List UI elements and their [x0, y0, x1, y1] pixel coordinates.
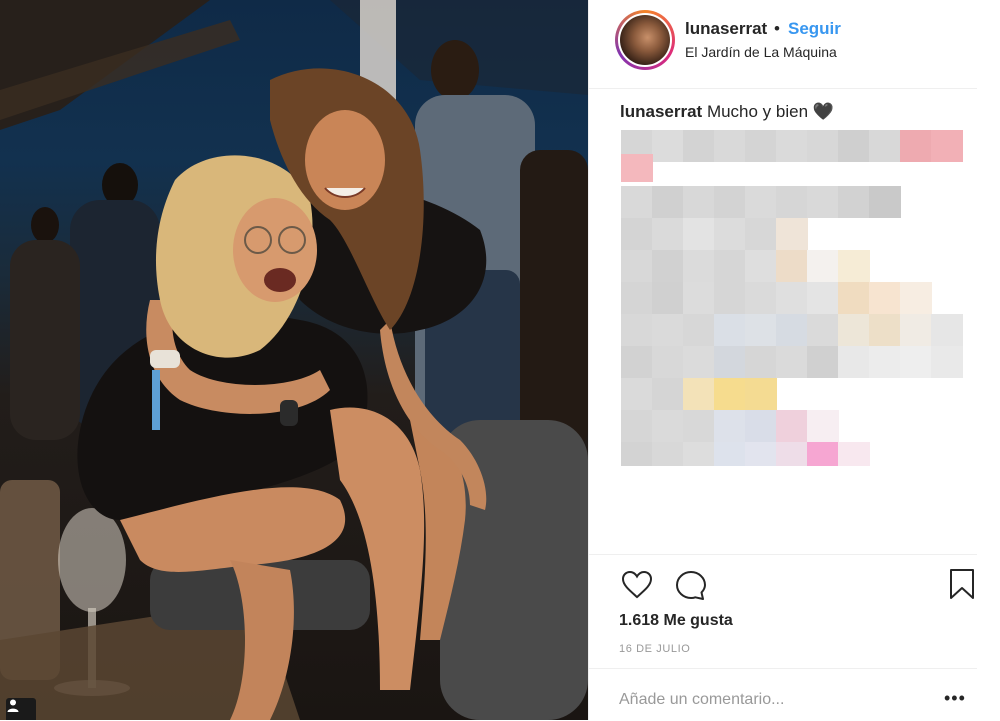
avatar-frame — [618, 13, 672, 67]
post-photo[interactable] — [0, 0, 588, 720]
bookmark-icon[interactable] — [948, 568, 976, 605]
post-caption: lunaserrat Mucho y bien 🖤 — [620, 102, 834, 122]
pixelated-comments — [621, 130, 963, 466]
post-header: lunaserrat • Seguir El Jardín de La Máqu… — [589, 0, 977, 89]
avatar[interactable] — [615, 10, 675, 70]
location-link[interactable]: El Jardín de La Máquina — [685, 44, 837, 60]
more-options-button[interactable]: ••• — [944, 689, 966, 707]
user-icon[interactable] — [6, 698, 36, 720]
username-link[interactable]: lunaserrat — [685, 19, 767, 39]
heart-icon[interactable] — [621, 570, 653, 605]
post-actions — [589, 554, 977, 555]
comment-bar: ••• — [589, 668, 977, 721]
likes-count[interactable]: 1.618 Me gusta — [619, 612, 733, 630]
comment-bubble-icon[interactable] — [675, 570, 707, 605]
photo-scene — [0, 0, 588, 720]
caption-text: Mucho y bien 🖤 — [706, 102, 834, 121]
user-icon-glyph — [7, 699, 19, 712]
avatar-image — [620, 15, 670, 65]
post-date[interactable]: 16 DE JULIO — [619, 643, 690, 655]
caption-username[interactable]: lunaserrat — [620, 102, 702, 121]
post-details-panel: lunaserrat • Seguir El Jardín de La Máqu… — [588, 0, 1000, 720]
comment-input[interactable] — [619, 691, 919, 709]
header-separator: • — [774, 19, 780, 38]
follow-button[interactable]: Seguir — [788, 19, 841, 39]
